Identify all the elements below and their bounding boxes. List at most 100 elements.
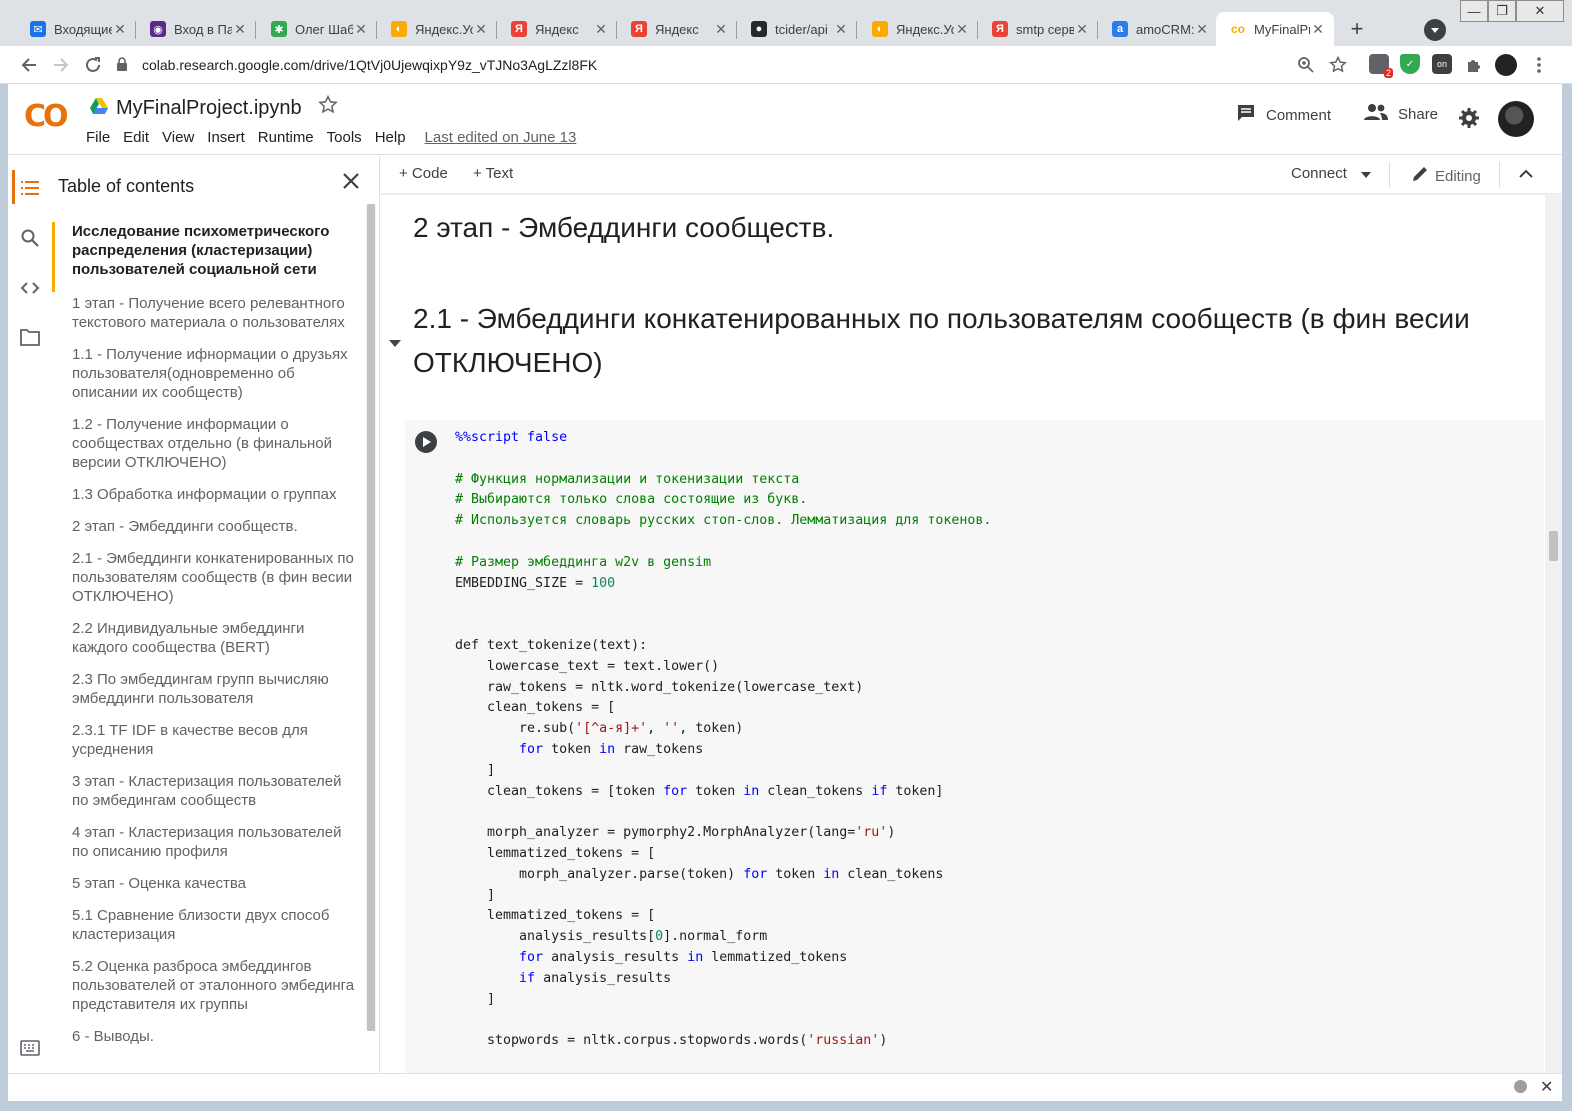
- reload-icon[interactable]: [80, 52, 106, 78]
- tab-close-icon[interactable]: ✕: [353, 21, 369, 38]
- collapse-header-chevron-icon[interactable]: [1519, 169, 1533, 179]
- shield-icon[interactable]: ✓: [1400, 54, 1420, 74]
- forward-icon[interactable]: [48, 52, 74, 78]
- toc-scrollbar[interactable]: [366, 204, 376, 1031]
- run-cell-icon[interactable]: [415, 431, 437, 453]
- menu-file[interactable]: File: [86, 129, 110, 146]
- toc-item[interactable]: 2.3 По эмбеддингам групп вычисляю эмбедд…: [52, 670, 362, 721]
- toc-item[interactable]: Исследование психометрического распредел…: [52, 222, 362, 292]
- tab-close-icon[interactable]: ✕: [954, 21, 970, 38]
- browser-tab[interactable]: co MyFinalPr ✕: [1216, 12, 1334, 46]
- browser-tab[interactable]: ◐ Яндекс.Ус ✕: [858, 12, 978, 46]
- browser-tab[interactable]: Я Яндекс ✕: [497, 12, 617, 46]
- tab-close-icon[interactable]: ✕: [713, 21, 729, 38]
- connect-dropdown-icon[interactable]: [1361, 172, 1371, 178]
- address-bar[interactable]: colab.research.google.com/drive/1QtVj0Uj…: [116, 50, 1360, 80]
- menu-help[interactable]: Help: [375, 129, 406, 146]
- browser-tab[interactable]: Яsmtp серв ✕: [978, 12, 1098, 46]
- code-editor[interactable]: %%script false # Функция нормализации и …: [455, 428, 991, 1052]
- code-snippets-icon[interactable]: [20, 278, 40, 298]
- browser-tab[interactable]: a amoCRM: ✕: [1098, 12, 1218, 46]
- on-extension-icon[interactable]: on: [1432, 54, 1452, 74]
- toc-item[interactable]: 2.2 Индивидуальные эмбеддинги каждого со…: [52, 619, 362, 670]
- status-close-icon[interactable]: ✕: [1540, 1077, 1553, 1097]
- tab-close-icon[interactable]: ✕: [1310, 21, 1326, 38]
- menu-view[interactable]: View: [162, 129, 194, 146]
- browser-tab[interactable]: ✉ Входящие ✕: [16, 12, 136, 46]
- menu-edit[interactable]: Edit: [123, 129, 149, 146]
- browser-tab[interactable]: ✱ Олег Шаб ✕: [257, 12, 377, 46]
- code-comment: # Используется словарь русских стоп-слов…: [455, 513, 992, 529]
- tab-search-icon[interactable]: [1424, 19, 1446, 41]
- search-icon[interactable]: [20, 228, 40, 248]
- new-tab-button[interactable]: +: [1343, 16, 1371, 44]
- tab-close-icon[interactable]: ✕: [1194, 21, 1210, 38]
- toc-item[interactable]: 4 этап - Кластеризация пользователей по …: [52, 823, 362, 874]
- toc-item[interactable]: 1 этап - Получение всего релевантного те…: [52, 294, 362, 345]
- chrome-menu-icon[interactable]: [1526, 52, 1552, 78]
- tab-close-icon[interactable]: ✕: [232, 21, 248, 38]
- code-body: def text_tokenize(text): lowercase_text …: [455, 637, 944, 1049]
- puzzle-icon[interactable]: [1461, 52, 1487, 78]
- browser-tab[interactable]: Я Яндекс ✕: [617, 12, 737, 46]
- tab-close-icon[interactable]: ✕: [833, 21, 849, 38]
- back-icon[interactable]: [16, 52, 42, 78]
- close-window-icon[interactable]: ✕: [1516, 0, 1564, 22]
- browser-tab[interactable]: ◐ Яндекс.Ус ✕: [377, 12, 497, 46]
- toc-list-icon[interactable]: [20, 178, 40, 198]
- editing-mode-button[interactable]: Editing: [1411, 165, 1481, 187]
- tab-title: MyFinalPr: [1254, 21, 1310, 37]
- add-code-button[interactable]: + Code: [399, 165, 448, 182]
- connect-button[interactable]: Connect: [1291, 165, 1347, 182]
- editing-label: Editing: [1435, 167, 1481, 185]
- toc-item[interactable]: 3 этап - Кластеризация пользователей по …: [52, 772, 362, 823]
- tab-close-icon[interactable]: ✕: [593, 21, 609, 38]
- maximize-icon[interactable]: ❐: [1488, 0, 1516, 22]
- toc-item[interactable]: 5.2 Оценка разброса эмбеддингов пользова…: [52, 957, 362, 1027]
- tab-close-icon[interactable]: ✕: [473, 21, 489, 38]
- minimize-icon[interactable]: —: [1460, 0, 1488, 22]
- extension-badge-icon[interactable]: 2: [1369, 54, 1393, 78]
- toc-item[interactable]: 2.3.1 TF IDF в качестве весов для усредн…: [52, 721, 362, 772]
- toc-item[interactable]: 1.1 - Получение ифнормации о друзьях пол…: [52, 345, 362, 415]
- last-edited-link[interactable]: Last edited on June 13: [425, 129, 577, 146]
- profile-avatar[interactable]: [1495, 54, 1517, 76]
- colab-logo[interactable]: CO: [24, 99, 68, 134]
- menu-insert[interactable]: Insert: [207, 129, 245, 146]
- share-button[interactable]: Share: [1364, 103, 1438, 125]
- menu-bar: File Edit View Insert Runtime Tools Help Last e…: [86, 129, 589, 146]
- menu-runtime[interactable]: Runtime: [258, 129, 314, 146]
- yandex-browser-icon: ◐: [391, 21, 407, 37]
- toc-item[interactable]: 5 этап - Оценка качества: [52, 874, 362, 906]
- toc-item[interactable]: 1.2 - Получение информации о сообществах…: [52, 415, 362, 485]
- toc-item[interactable]: 6 - Выводы.: [52, 1027, 362, 1059]
- notebook-scrollbar[interactable]: [1545, 195, 1562, 1073]
- notebook-title[interactable]: MyFinalProject.ipynb: [116, 97, 302, 120]
- toc-title: Table of contents: [58, 176, 195, 196]
- settings-gear-icon[interactable]: [1458, 107, 1480, 129]
- tab-close-icon[interactable]: ✕: [112, 21, 128, 38]
- browser-tab[interactable]: ● tcider/api ✕: [737, 12, 857, 46]
- tab-close-icon[interactable]: ✕: [1074, 21, 1090, 38]
- close-icon[interactable]: [340, 170, 366, 196]
- bookmark-star-icon[interactable]: [1325, 52, 1351, 78]
- toc-item[interactable]: 2 этап - Эмбеддинги сообществ.: [52, 517, 362, 549]
- browser-tab[interactable]: ◉ Вход в Па ✕: [136, 12, 256, 46]
- add-text-button[interactable]: + Text: [473, 165, 513, 182]
- toc-list: Исследование психометрического распредел…: [52, 222, 362, 1059]
- section-collapse-icon[interactable]: [389, 340, 401, 347]
- star-icon[interactable]: [317, 94, 338, 121]
- toc-item[interactable]: 1.3 Обработка информации о группах: [52, 485, 362, 517]
- files-folder-icon[interactable]: [20, 328, 40, 348]
- terminal-keyboard-icon[interactable]: [20, 1040, 40, 1060]
- zoom-icon[interactable]: [1293, 52, 1319, 78]
- user-avatar[interactable]: [1498, 101, 1534, 137]
- colab-header: CO MyFinalProject.ipynb File Edit View Inse…: [8, 85, 1562, 155]
- menu-tools[interactable]: Tools: [327, 129, 362, 146]
- code-cell[interactable]: %%script false # Функция нормализации и …: [405, 420, 1544, 1073]
- tab-title: amoCRM:: [1136, 21, 1194, 37]
- toc-item[interactable]: 2.1 - Эмбеддинги конкатенированных по по…: [52, 549, 362, 619]
- code-comment: # Функция нормализации и токенизации тек…: [455, 471, 800, 487]
- comment-button[interactable]: Comment: [1236, 103, 1331, 127]
- toc-item[interactable]: 5.1 Сравнение близости двух способ класт…: [52, 906, 362, 957]
